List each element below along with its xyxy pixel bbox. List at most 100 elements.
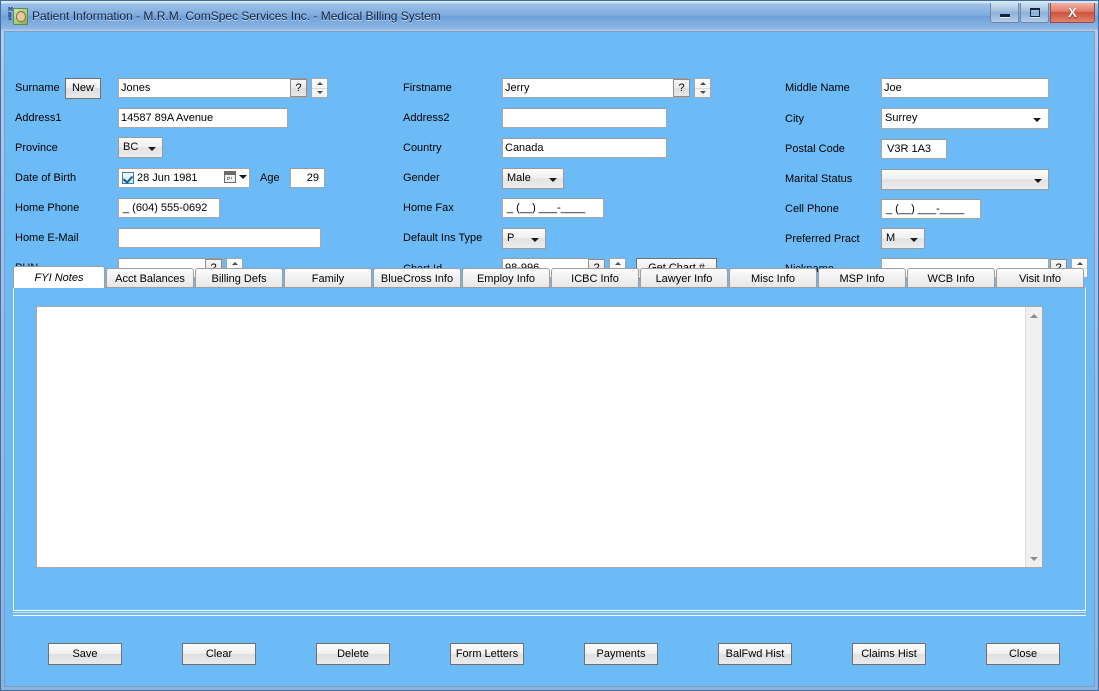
button-label: Close — [1008, 648, 1038, 660]
label-middle-name: Middle Name — [785, 82, 850, 94]
chevron-down-icon — [699, 91, 706, 95]
default-ins-type-value: P — [507, 232, 515, 244]
label-city: City — [785, 113, 804, 125]
city-select[interactable]: Surrey — [881, 108, 1049, 129]
scroll-up-button[interactable] — [1026, 307, 1042, 324]
cell-phone-input[interactable]: _ (__) ___-____ — [881, 199, 981, 219]
dob-dropdown-button[interactable] — [224, 171, 247, 183]
chevron-up-icon — [614, 261, 621, 265]
fyi-notes-editor[interactable] — [36, 306, 1043, 568]
tab-fyi-notes[interactable]: FYI Notes — [13, 266, 105, 288]
date-of-birth-picker[interactable]: 28 Jun 1981 — [118, 168, 250, 188]
tab-acct-balances[interactable]: Acct Balances — [106, 268, 194, 288]
tab-bluecross-info[interactable]: BlueCross Info — [373, 268, 461, 288]
home-fax-input[interactable]: _ (__) ___-____ — [502, 198, 604, 218]
province-value: BC — [123, 141, 139, 153]
chevron-up-icon — [1076, 261, 1083, 265]
maximize-icon — [1029, 8, 1040, 17]
chevron-up-icon — [1030, 313, 1038, 318]
firstname-lookup-button[interactable]: ? — [673, 79, 690, 97]
title-bar: MBS Patient Information - M.R.M. ComSpec… — [1, 1, 1098, 31]
new-patient-button[interactable]: New — [65, 78, 101, 99]
city-value: Surrey — [885, 112, 918, 124]
caption-buttons: X — [989, 3, 1095, 23]
app-icon: MBS — [8, 7, 28, 25]
notes-vertical-scrollbar[interactable] — [1025, 307, 1042, 567]
payments-button[interactable]: Payments — [584, 643, 658, 665]
close-button[interactable]: X — [1050, 3, 1095, 23]
marital-status-select[interactable] — [881, 169, 1049, 190]
label-cell-phone: Cell Phone — [785, 203, 839, 215]
balfwd-hist-button[interactable]: BalFwd Hist — [718, 643, 792, 665]
close-button[interactable]: Close — [986, 643, 1060, 665]
application-window: MBS Patient Information - M.R.M. ComSpec… — [0, 0, 1099, 691]
delete-button[interactable]: Delete — [316, 643, 390, 665]
tab-label: Visit Info — [1019, 272, 1061, 285]
tab-label: Billing Defs — [211, 272, 267, 285]
tab-msp-info[interactable]: MSP Info — [818, 268, 906, 288]
firstname-input[interactable]: Jerry — [502, 78, 688, 98]
address2-input[interactable] — [502, 108, 667, 128]
surname-input[interactable]: Jones — [118, 78, 308, 98]
button-label: Claims Hist — [861, 648, 917, 660]
maximize-button[interactable] — [1020, 3, 1049, 23]
tab-label: Acct Balances — [115, 272, 185, 285]
label-home-phone: Home Phone — [15, 202, 80, 214]
tab-misc-info[interactable]: Misc Info — [729, 268, 817, 288]
label-firstname: Firstname — [403, 82, 452, 94]
tab-family[interactable]: Family — [284, 268, 372, 288]
country-input[interactable]: Canada — [502, 138, 667, 158]
middle-name-input[interactable]: Joe — [881, 78, 1049, 98]
chevron-down-icon — [148, 147, 156, 151]
tab-label: ICBC Info — [571, 272, 619, 285]
tab-billing-defs[interactable]: Billing Defs — [195, 268, 283, 288]
preferred-pract-select[interactable]: M — [881, 228, 925, 249]
province-select[interactable]: BC — [118, 137, 163, 158]
dob-enabled-checkbox[interactable] — [122, 172, 134, 184]
preferred-pract-value: M — [886, 232, 896, 244]
label-home-email: Home E-Mail — [15, 232, 79, 244]
minimize-button[interactable] — [990, 3, 1019, 23]
tab-visit-info[interactable]: Visit Info — [996, 268, 1084, 288]
patient-tab-control: FYI Notes Acct Balances Billing Defs Family… — [13, 266, 1086, 611]
tab-label: BlueCross Info — [380, 272, 454, 285]
chevron-down-icon — [239, 175, 247, 179]
gender-select[interactable]: Male — [502, 168, 564, 189]
chevron-down-icon — [1033, 118, 1041, 122]
firstname-spinner[interactable] — [694, 78, 711, 98]
tab-wcb-info[interactable]: WCB Info — [907, 268, 995, 288]
separator — [13, 612, 1086, 616]
surname-spinner[interactable] — [311, 78, 328, 98]
label-preferred-pract: Preferred Pract — [785, 233, 860, 245]
calendar-icon — [224, 171, 236, 183]
tab-icbc-info[interactable]: ICBC Info — [551, 268, 639, 288]
button-label: BalFwd Hist — [725, 648, 785, 660]
form-letters-button[interactable]: Form Letters — [450, 643, 524, 665]
label-address1: Address1 — [15, 112, 62, 124]
label-age: Age — [260, 172, 280, 184]
age-input[interactable]: 29 — [290, 168, 325, 188]
tab-employ-info[interactable]: Employ Info — [462, 268, 550, 288]
chevron-up-icon — [699, 81, 706, 85]
dob-value: 28 Jun 1981 — [137, 172, 198, 184]
chevron-down-icon — [1030, 556, 1038, 561]
chevron-down-icon — [531, 238, 539, 242]
address1-input[interactable]: 14587 89A Avenue — [118, 108, 288, 128]
label-province: Province — [15, 142, 58, 154]
tab-label: Lawyer Info — [655, 272, 713, 285]
save-button[interactable]: Save — [48, 643, 122, 665]
tab-label: FYI Notes — [34, 271, 84, 284]
tab-lawyer-info[interactable]: Lawyer Info — [640, 268, 728, 288]
chevron-up-icon — [316, 81, 323, 85]
surname-lookup-button[interactable]: ? — [290, 79, 307, 97]
home-email-input[interactable] — [118, 228, 321, 248]
home-phone-input[interactable]: _ (604) 555-0692 — [118, 198, 220, 218]
claims-hist-button[interactable]: Claims Hist — [852, 643, 926, 665]
scroll-down-button[interactable] — [1026, 550, 1042, 567]
default-ins-type-select[interactable]: P — [502, 228, 546, 249]
patient-form: Surname New Jones ? Address1 14587 89A A… — [5, 32, 1094, 686]
clear-button[interactable]: Clear — [182, 643, 256, 665]
tab-label: MSP Info — [839, 272, 885, 285]
tab-strip: FYI Notes Acct Balances Billing Defs Family… — [13, 266, 1086, 288]
postal-code-input[interactable]: V3R 1A3 — [881, 139, 947, 159]
